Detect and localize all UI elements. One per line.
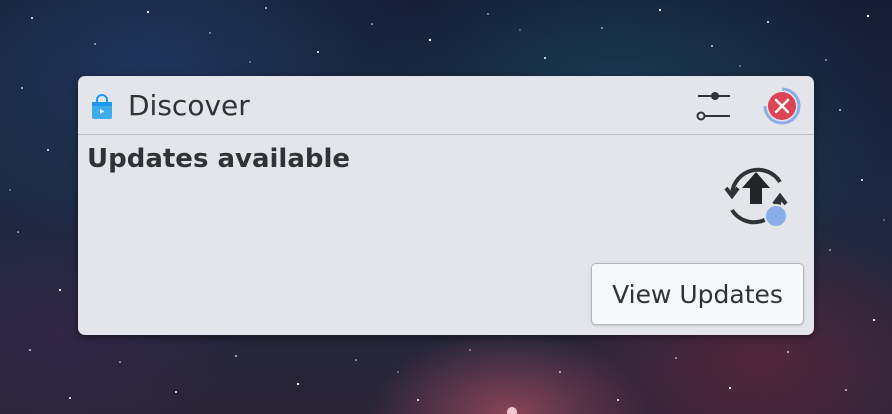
close-button[interactable] <box>760 84 804 128</box>
view-updates-button[interactable]: View Updates <box>591 263 804 325</box>
app-name: Discover <box>128 89 250 122</box>
notification-title: Updates available <box>87 144 351 174</box>
update-notification: Discover Updates available View Updates <box>78 76 814 335</box>
settings-sliders-icon <box>696 92 730 121</box>
close-icon <box>763 87 801 125</box>
system-update-icon <box>724 167 788 228</box>
configure-button[interactable] <box>692 86 736 126</box>
notification-header: Discover <box>78 76 814 135</box>
discover-bag-icon <box>92 94 112 119</box>
